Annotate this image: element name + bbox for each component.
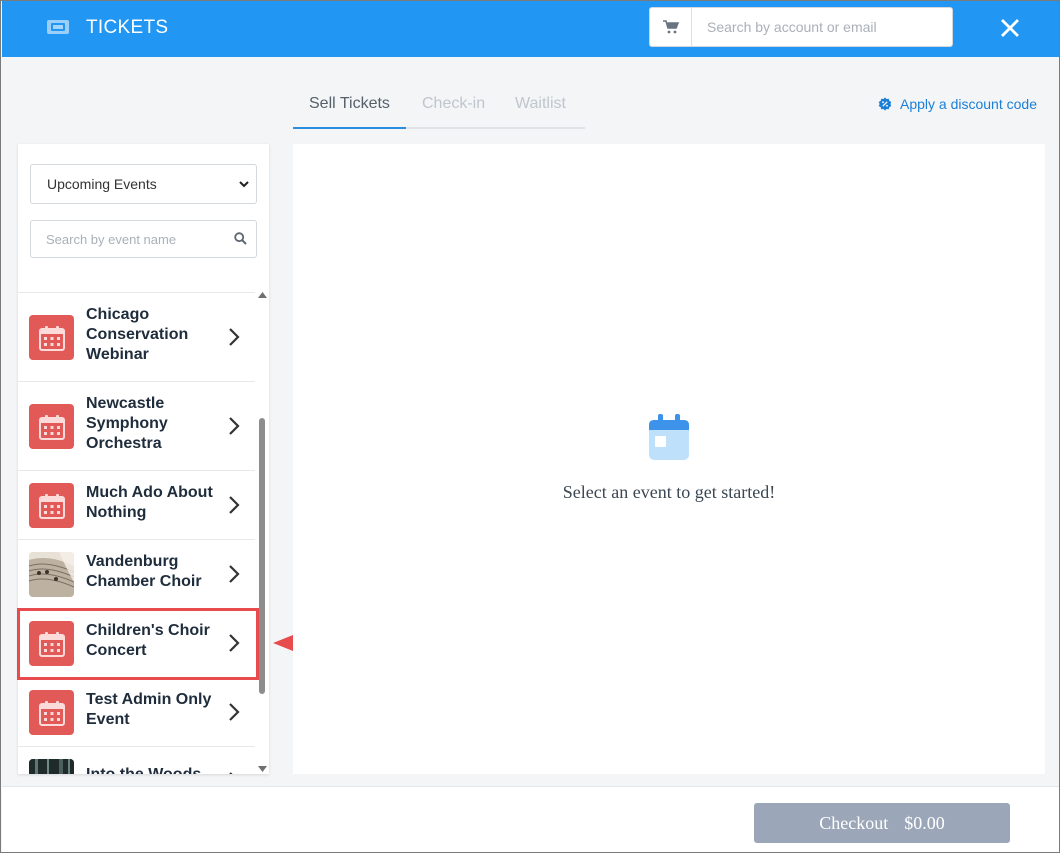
close-icon[interactable] bbox=[998, 16, 1022, 40]
event-thumbnail bbox=[29, 690, 74, 735]
calendar-icon bbox=[38, 325, 65, 351]
forest-photo bbox=[29, 759, 74, 774]
app-title: TICKETS bbox=[86, 17, 169, 38]
calendar-icon bbox=[649, 414, 689, 460]
tab-sell-tickets[interactable]: Sell Tickets bbox=[309, 95, 390, 113]
account-search-box bbox=[649, 7, 953, 47]
chevron-right-icon bbox=[229, 496, 240, 514]
event-name: Newcastle Symphony Orchestra bbox=[86, 395, 168, 452]
event-thumbnail bbox=[29, 483, 74, 528]
event-thumbnail bbox=[29, 404, 74, 449]
scrollbar-thumb[interactable] bbox=[259, 418, 265, 694]
event-filter-select[interactable]: Upcoming Events bbox=[30, 164, 257, 204]
apply-discount-label: Apply a discount code bbox=[900, 96, 1037, 112]
apply-discount-link[interactable]: Apply a discount code bbox=[878, 96, 1037, 112]
event-item-test-admin-only-event[interactable]: Test Admin Only Event bbox=[18, 678, 255, 747]
event-name: Chicago Conservation Webinar bbox=[86, 306, 189, 363]
event-name: Into the Woods bbox=[86, 765, 221, 774]
event-filter-value: Upcoming Events bbox=[47, 176, 157, 192]
event-name: Vandenburg Chamber Choir bbox=[86, 553, 202, 590]
discount-badge-icon bbox=[878, 97, 892, 111]
scroll-down-arrow-icon[interactable] bbox=[258, 766, 267, 772]
event-item-chicago-conservation-webinar[interactable]: Chicago Conservation Webinar bbox=[18, 293, 255, 382]
event-thumbnail bbox=[29, 315, 74, 360]
event-item-newcastle-symphony-orchestra[interactable]: Newcastle Symphony Orchestra bbox=[18, 382, 255, 471]
checkout-button[interactable]: Checkout $0.00 bbox=[754, 803, 1010, 843]
sheet-music-photo bbox=[29, 552, 74, 597]
chevron-right-icon bbox=[229, 417, 240, 435]
ticket-icon bbox=[47, 20, 69, 34]
empty-state-message: Select an event to get started! bbox=[562, 482, 776, 502]
cart-button[interactable] bbox=[650, 8, 692, 46]
event-search-box bbox=[30, 220, 257, 258]
chevron-right-icon bbox=[229, 703, 240, 721]
cart-icon bbox=[662, 20, 679, 34]
event-item-much-ado-about-nothing[interactable]: Much Ado About Nothing bbox=[18, 471, 255, 540]
checkout-label: Checkout bbox=[819, 812, 889, 833]
event-search-input[interactable] bbox=[31, 221, 226, 257]
event-thumbnail bbox=[29, 759, 74, 774]
event-item-vandenburg-chamber-choir[interactable]: Vandenburg Chamber Choir bbox=[18, 540, 255, 609]
chevron-right-icon bbox=[229, 328, 240, 346]
event-name: Much Ado About Nothing bbox=[86, 484, 213, 521]
tab-check-in[interactable]: Check-in bbox=[422, 95, 485, 113]
highlight-box bbox=[17, 608, 259, 680]
tickets-window: TICKETS Sell Tickets Check-in Waitlist bbox=[0, 0, 1060, 853]
tab-waitlist[interactable]: Waitlist bbox=[515, 95, 566, 113]
main-content: Select an event to get started! bbox=[293, 144, 1045, 774]
event-list-scrollbar[interactable] bbox=[256, 292, 269, 774]
event-thumbnail bbox=[29, 552, 74, 597]
calendar-icon bbox=[38, 493, 65, 519]
account-search-input[interactable] bbox=[693, 8, 951, 46]
chevron-right-icon bbox=[229, 772, 233, 774]
event-list: Chicago Conservation Webinar Newcastle S… bbox=[18, 292, 255, 774]
search-icon[interactable] bbox=[234, 232, 247, 245]
scroll-up-arrow-icon[interactable] bbox=[258, 292, 267, 298]
mode-tabs: Sell Tickets Check-in Waitlist bbox=[293, 83, 585, 129]
chevron-right-icon bbox=[229, 565, 240, 583]
header-bar: TICKETS bbox=[2, 1, 1059, 57]
active-tab-indicator bbox=[293, 127, 406, 129]
checkout-total: $0.00 bbox=[904, 812, 945, 833]
footer-bar: Checkout $0.00 bbox=[2, 786, 1059, 852]
chevron-down-icon bbox=[239, 181, 249, 188]
event-name: Test Admin Only Event bbox=[86, 691, 212, 728]
event-item-into-the-woods[interactable]: Into the Woods bbox=[18, 747, 255, 774]
calendar-icon bbox=[38, 700, 65, 726]
calendar-icon bbox=[38, 414, 65, 440]
